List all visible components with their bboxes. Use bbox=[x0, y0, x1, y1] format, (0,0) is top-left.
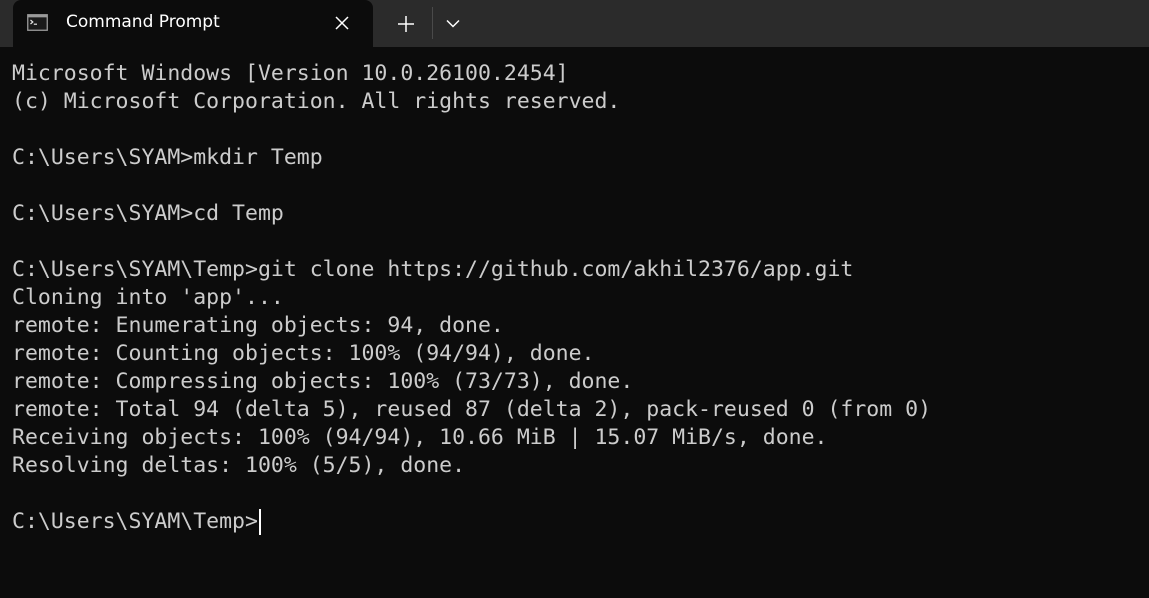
close-icon[interactable] bbox=[331, 12, 353, 34]
terminal-line: remote: Total 94 (delta 5), reused 87 (d… bbox=[12, 397, 932, 422]
tab-divider bbox=[432, 7, 433, 39]
command-prompt-line[interactable]: C:\Users\SYAM\Temp> bbox=[12, 508, 1142, 536]
chevron-down-icon[interactable] bbox=[442, 12, 464, 34]
terminal-line: Microsoft Windows [Version 10.0.26100.24… bbox=[12, 61, 569, 86]
terminal-line: remote: Counting objects: 100% (94/94), … bbox=[12, 341, 595, 366]
command-prompt: C:\Users\SYAM\Temp> bbox=[12, 509, 258, 534]
text-cursor bbox=[258, 509, 261, 535]
terminal-output[interactable]: Microsoft Windows [Version 10.0.26100.24… bbox=[12, 60, 1142, 590]
command-prompt-icon bbox=[27, 14, 48, 31]
terminal-line: remote: Compressing objects: 100% (73/73… bbox=[12, 369, 634, 394]
terminal-line: (c) Microsoft Corporation. All rights re… bbox=[12, 89, 621, 114]
terminal-line: C:\Users\SYAM>mkdir Temp bbox=[12, 145, 323, 170]
terminal-line: C:\Users\SYAM>cd Temp bbox=[12, 201, 284, 226]
terminal-window: Command Prompt Microsoft Windows [Versio… bbox=[0, 0, 1149, 598]
tab-title: Command Prompt bbox=[66, 12, 220, 32]
terminal-line: Receiving objects: 100% (94/94), 10.66 M… bbox=[12, 425, 828, 450]
terminal-line: Resolving deltas: 100% (5/5), done. bbox=[12, 453, 466, 478]
tab-bar: Command Prompt bbox=[0, 0, 1149, 47]
terminal-line: Cloning into 'app'... bbox=[12, 285, 284, 310]
terminal-line: remote: Enumerating objects: 94, done. bbox=[12, 313, 504, 338]
plus-icon[interactable] bbox=[393, 11, 419, 37]
terminal-line: C:\Users\SYAM\Temp>git clone https://git… bbox=[12, 257, 854, 282]
tab-command-prompt[interactable]: Command Prompt bbox=[13, 0, 373, 47]
